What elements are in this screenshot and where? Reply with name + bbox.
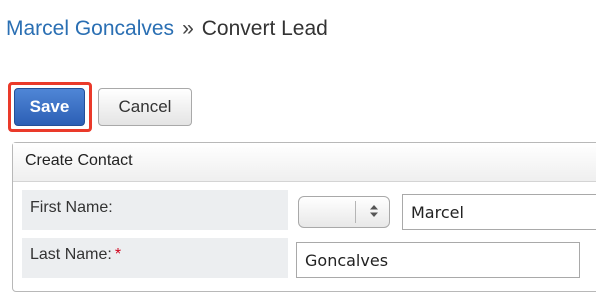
breadcrumb-record-link[interactable]: Marcel Goncalves — [6, 17, 174, 40]
last-name-label: Last Name: * — [22, 238, 288, 278]
first-name-label-text: First Name: — [30, 199, 113, 216]
salutation-select[interactable] — [298, 196, 390, 228]
panel-title: Create Contact — [13, 143, 596, 182]
last-name-input[interactable] — [296, 242, 580, 278]
breadcrumb-separator: » — [182, 17, 194, 40]
breadcrumb: Marcel Goncalves » Convert Lead — [6, 16, 328, 42]
first-name-input[interactable] — [402, 194, 596, 230]
save-button[interactable]: Save — [14, 88, 85, 126]
first-name-label: First Name: — [22, 190, 288, 230]
cancel-button[interactable]: Cancel — [98, 88, 192, 126]
select-divider — [355, 201, 356, 223]
page-title: Convert Lead — [201, 17, 328, 40]
up-down-chevron-icon — [359, 197, 389, 227]
last-name-label-text: Last Name: — [30, 246, 112, 263]
required-indicator: * — [114, 246, 122, 263]
